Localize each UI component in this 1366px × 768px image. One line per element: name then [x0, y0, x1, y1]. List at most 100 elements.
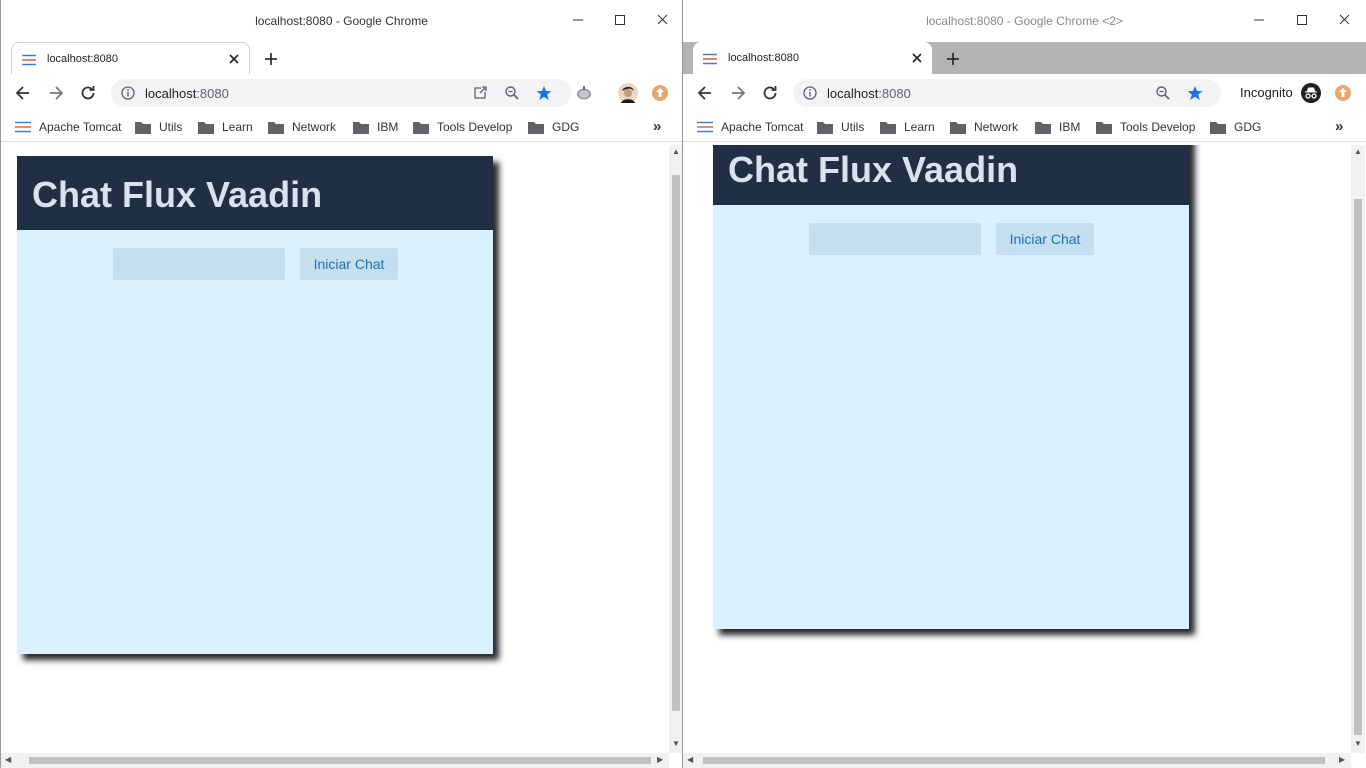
- tab-title: localhost:8080: [728, 52, 799, 64]
- start-chat-button[interactable]: Iniciar Chat: [300, 248, 398, 280]
- scroll-down-icon[interactable]: ▼: [1354, 739, 1362, 748]
- folder-icon: [1210, 121, 1226, 134]
- horizontal-scrollbar[interactable]: ◀ ▶: [1, 753, 669, 768]
- close-window-icon[interactable]: [1334, 10, 1356, 30]
- bookmark-tools-develop[interactable]: Tools Develop: [1096, 119, 1195, 135]
- incognito-icon[interactable]: [1301, 83, 1321, 103]
- tab-localhost[interactable]: localhost:8080: [11, 42, 250, 74]
- title-bar[interactable]: localhost:8080 - Google Chrome <2>: [683, 0, 1366, 42]
- zoom-icon[interactable]: [1155, 85, 1171, 101]
- extension-icon[interactable]: [574, 83, 594, 103]
- folder-icon: [880, 121, 896, 134]
- username-input[interactable]: [113, 248, 285, 280]
- new-tab-icon[interactable]: [944, 50, 962, 68]
- app-header: Chat Flux Vaadin: [713, 145, 1189, 205]
- back-icon[interactable]: [13, 83, 33, 103]
- browser-toolbar: localhost:8080: [1, 74, 682, 112]
- forward-icon[interactable]: [728, 83, 748, 103]
- folder-icon: [1096, 121, 1112, 134]
- minimize-icon[interactable]: [567, 10, 589, 30]
- url-text: localhost:8080: [145, 86, 229, 101]
- scroll-thumb[interactable]: [29, 757, 651, 764]
- info-icon[interactable]: [121, 86, 135, 100]
- minimize-icon[interactable]: [1248, 10, 1270, 30]
- bookmark-network[interactable]: Network: [950, 119, 1018, 135]
- update-icon[interactable]: [1333, 83, 1353, 103]
- page-viewport: Chat Flux Vaadin Iniciar Chat: [1, 145, 669, 753]
- scroll-left-icon[interactable]: ◀: [5, 755, 11, 764]
- horizontal-scrollbar[interactable]: ◀ ▶: [683, 753, 1351, 768]
- maximize-icon[interactable]: [609, 10, 631, 30]
- scroll-right-icon[interactable]: ▶: [657, 755, 663, 764]
- bookmarks-overflow-icon[interactable]: »: [653, 118, 661, 135]
- bookmark-apache-tomcat[interactable]: Apache Tomcat: [697, 119, 804, 135]
- bookmark-ibm[interactable]: IBM: [1035, 119, 1080, 135]
- tab-localhost[interactable]: localhost:8080: [693, 42, 932, 74]
- close-window-icon[interactable]: [652, 10, 674, 30]
- username-input[interactable]: [809, 223, 981, 255]
- bookmark-gdg[interactable]: GDG: [1210, 119, 1261, 135]
- chat-app-panel: Chat Flux Vaadin Iniciar Chat: [17, 156, 493, 654]
- reload-icon[interactable]: [760, 83, 780, 103]
- tab-title: localhost:8080: [47, 53, 118, 65]
- incognito-label[interactable]: Incognito: [1240, 85, 1293, 100]
- folder-icon: [528, 121, 544, 134]
- scroll-left-icon[interactable]: ◀: [687, 755, 693, 764]
- forward-icon[interactable]: [46, 83, 66, 103]
- bookmark-utils[interactable]: Utils: [817, 119, 864, 135]
- address-bar[interactable]: localhost:8080: [111, 79, 571, 107]
- folder-icon: [950, 121, 966, 134]
- page-viewport: Chat Flux Vaadin Iniciar Chat: [683, 145, 1351, 753]
- vertical-scrollbar[interactable]: ▲ ▼: [1351, 145, 1365, 753]
- scroll-down-icon[interactable]: ▼: [672, 739, 680, 748]
- back-icon[interactable]: [695, 83, 715, 103]
- favicon-lines-icon: [15, 121, 31, 133]
- zoom-icon[interactable]: [504, 85, 520, 101]
- new-tab-icon[interactable]: [262, 50, 280, 68]
- tab-strip: localhost:8080: [683, 42, 1366, 74]
- close-icon[interactable]: [910, 51, 924, 65]
- bookmark-gdg[interactable]: GDG: [528, 119, 579, 135]
- folder-icon: [1035, 121, 1051, 134]
- open-in-app-icon[interactable]: [472, 85, 488, 101]
- bookmark-network[interactable]: Network: [268, 119, 336, 135]
- scroll-thumb[interactable]: [703, 757, 1325, 764]
- reload-icon[interactable]: [78, 83, 98, 103]
- scroll-right-icon[interactable]: ▶: [1339, 755, 1345, 764]
- address-bar[interactable]: localhost:8080: [793, 79, 1221, 107]
- scroll-thumb[interactable]: [672, 175, 680, 711]
- vertical-scrollbar[interactable]: ▲ ▼: [669, 145, 682, 753]
- info-icon[interactable]: [803, 86, 817, 100]
- start-chat-button[interactable]: Iniciar Chat: [996, 223, 1094, 255]
- bookmarks-overflow-icon[interactable]: »: [1335, 118, 1343, 135]
- title-bar[interactable]: localhost:8080 - Google Chrome: [1, 0, 682, 42]
- bookmark-learn[interactable]: Learn: [198, 119, 253, 135]
- avatar[interactable]: [618, 83, 638, 103]
- scroll-up-icon[interactable]: ▲: [672, 147, 680, 156]
- folder-icon: [198, 121, 214, 134]
- app-header: Chat Flux Vaadin: [17, 156, 493, 230]
- scroll-thumb[interactable]: [1354, 199, 1362, 735]
- chat-app-panel: Chat Flux Vaadin Iniciar Chat: [713, 145, 1189, 629]
- bookmark-apache-tomcat[interactable]: Apache Tomcat: [15, 119, 122, 135]
- star-icon[interactable]: [536, 85, 552, 101]
- chrome-window-1: localhost:8080 - Google Chrome localhost…: [0, 0, 683, 768]
- folder-icon: [413, 121, 429, 134]
- close-icon[interactable]: [227, 52, 241, 66]
- star-icon[interactable]: [1187, 85, 1203, 101]
- folder-icon: [817, 121, 833, 134]
- folder-icon: [268, 121, 284, 134]
- maximize-icon[interactable]: [1291, 10, 1313, 30]
- update-icon[interactable]: [650, 83, 670, 103]
- favicon-lines-icon: [697, 121, 713, 133]
- folder-icon: [135, 121, 151, 134]
- favicon-lines-icon: [703, 52, 717, 65]
- bookmark-learn[interactable]: Learn: [880, 119, 935, 135]
- favicon-lines-icon: [22, 53, 36, 66]
- scroll-up-icon[interactable]: ▲: [1354, 147, 1362, 156]
- bookmark-tools-develop[interactable]: Tools Develop: [413, 119, 512, 135]
- url-text: localhost:8080: [827, 86, 911, 101]
- bookmarks-bar: Apache Tomcat Utils Learn Network IBM To…: [683, 112, 1366, 142]
- bookmark-ibm[interactable]: IBM: [353, 119, 398, 135]
- bookmark-utils[interactable]: Utils: [135, 119, 182, 135]
